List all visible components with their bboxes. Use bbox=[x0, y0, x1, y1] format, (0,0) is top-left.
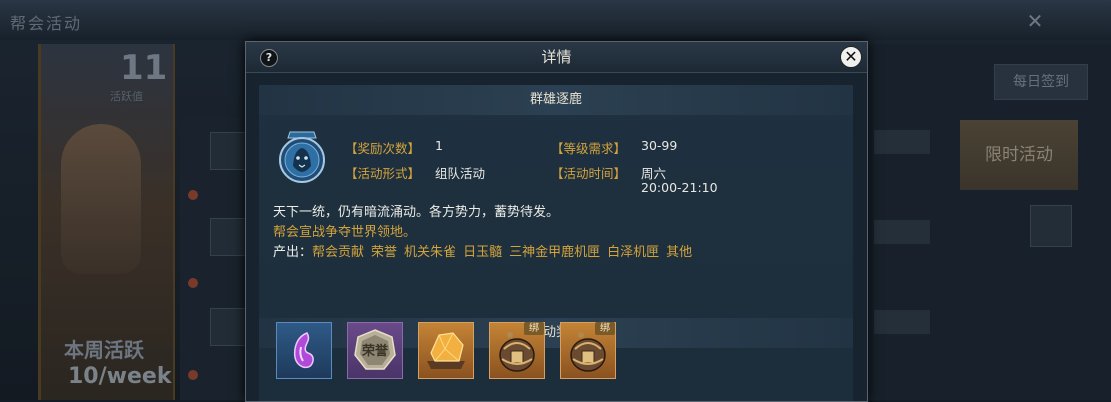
background-count-label: 活跃值 bbox=[110, 90, 143, 103]
reward-count-value: 1 bbox=[435, 138, 443, 153]
reward-slot-honor-medal[interactable]: 荣誉 bbox=[347, 322, 403, 379]
honor-medal-text: 荣誉 bbox=[361, 343, 389, 359]
background-bottom-label: 本周活跃 bbox=[64, 338, 144, 362]
honor-medal-icon: 荣誉 bbox=[354, 329, 396, 370]
bound-badge: 绑 bbox=[595, 322, 615, 335]
description-line-2: 帮会宣战争夺世界领地。 bbox=[273, 225, 417, 240]
reward-slot-mech-box[interactable]: 绑 bbox=[489, 322, 545, 379]
output-list: 产出：帮会贡献 荣誉 机关朱雀 日玉髓 三神金甲鹿机匣 白泽机匣 其他 bbox=[273, 241, 699, 260]
activity-panel: 群雄逐鹿 【奖励次数】 1 【等级需求】 30-99 【活动形式】 组队活动 【… bbox=[259, 85, 853, 401]
activity-form-value: 组队活动 bbox=[435, 166, 486, 181]
close-icon[interactable]: ✕ bbox=[840, 46, 862, 68]
help-icon[interactable]: ? bbox=[260, 49, 278, 67]
output-item[interactable]: 日玉髓 bbox=[463, 245, 502, 260]
purple-gem-icon bbox=[293, 332, 314, 369]
activity-form-label: 【活动形式】 bbox=[345, 166, 421, 181]
background-list-slot bbox=[210, 218, 248, 256]
output-item[interactable]: 白泽机匣 bbox=[607, 245, 659, 260]
description-line-1: 天下一统，仍有暗流涌动。各方势力，蓄势待发。 bbox=[273, 205, 560, 220]
output-label: 产出： bbox=[273, 245, 313, 260]
background-right-row bbox=[874, 220, 930, 244]
output-item[interactable]: 机关朱雀 bbox=[404, 245, 456, 260]
amber-ore-icon bbox=[427, 332, 465, 369]
background-signin-button: 每日签到 bbox=[994, 64, 1088, 100]
reward-slot-mech-box[interactable]: 绑 bbox=[560, 322, 616, 379]
background-right-row bbox=[874, 130, 930, 154]
background-count: 11 bbox=[120, 48, 168, 88]
background-bottom-value: 10/week bbox=[68, 364, 172, 389]
lion-crest-icon bbox=[279, 131, 325, 183]
background-list-slot bbox=[210, 132, 248, 170]
level-requirement-label: 【等级需求】 bbox=[551, 141, 627, 156]
output-item[interactable]: 帮会贡献 bbox=[312, 245, 364, 260]
dialog-header: 详情 ? ✕ bbox=[246, 42, 867, 73]
background-list-dot bbox=[188, 278, 198, 288]
reward-count-label: 【奖励次数】 bbox=[345, 141, 421, 156]
bound-badge: 绑 bbox=[524, 322, 544, 335]
reward-slot-amber-ore[interactable] bbox=[418, 322, 474, 379]
dialog-title: 详情 bbox=[541, 48, 572, 66]
output-item[interactable]: 其他 bbox=[666, 245, 692, 260]
output-item[interactable]: 三神金甲鹿机匣 bbox=[509, 245, 600, 260]
background-list-dot bbox=[188, 370, 198, 380]
background-list-dot bbox=[188, 190, 198, 200]
activity-time-range: 20:00-21:10 bbox=[641, 180, 718, 195]
background-window-title: 帮会活动 bbox=[10, 14, 83, 33]
detail-dialog: 详情 ? ✕ 群雄逐鹿 【奖励次数】 1 【等级需求】 30-99 【活动形式】… bbox=[245, 41, 868, 402]
output-item[interactable]: 荣誉 bbox=[371, 245, 397, 260]
activity-time-label: 【活动时间】 bbox=[551, 166, 627, 181]
background-top-bar: 帮会活动 ✕ bbox=[0, 0, 1111, 40]
background-limited-button: 限时活动 bbox=[960, 120, 1078, 190]
background-list-slot bbox=[210, 308, 248, 346]
background-right-slot bbox=[1030, 205, 1072, 247]
character-face bbox=[61, 124, 141, 274]
background-close-icon: ✕ bbox=[1026, 9, 1044, 33]
activity-name-bar: 群雄逐鹿 bbox=[259, 85, 853, 115]
background-activity-list bbox=[180, 118, 248, 400]
reward-slot-purple-gem[interactable] bbox=[276, 322, 332, 379]
level-requirement-value: 30-99 bbox=[641, 138, 678, 153]
background-right-row bbox=[874, 310, 930, 334]
